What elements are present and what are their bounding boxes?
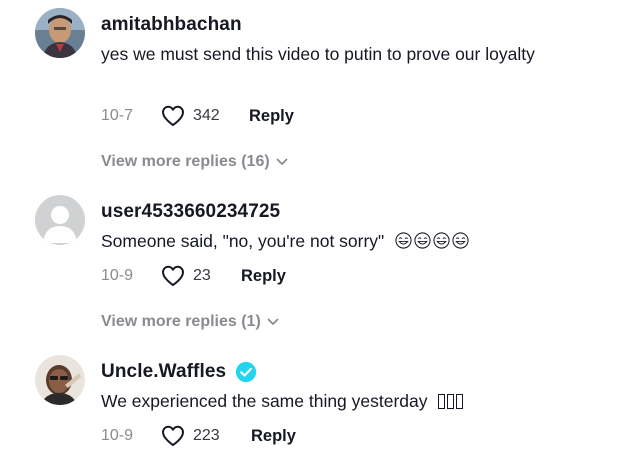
view-more-replies[interactable]: View more replies (16) — [101, 153, 288, 171]
username-text[interactable]: amitabhbachan — [101, 14, 242, 36]
view-more-label[interactable]: View more replies (16) — [101, 153, 270, 171]
comment-date: 10-7 — [101, 107, 134, 124]
heart-icon[interactable] — [161, 265, 185, 287]
comment-date: 10-9 — [101, 267, 134, 284]
comment-text: We experienced the same thing yesterday — [101, 388, 571, 415]
like-count: 223 — [193, 427, 220, 444]
comment-date: 10-9 — [101, 427, 134, 444]
comment-meta: 10-7 342 Reply — [101, 104, 294, 128]
sweat-smile-emoji — [414, 232, 431, 249]
view-more-label[interactable]: View more replies (1) — [101, 313, 261, 331]
username[interactable]: user4533660234725 — [101, 201, 280, 223]
heart-icon[interactable] — [161, 105, 185, 127]
avatar[interactable] — [35, 195, 85, 245]
reply-button[interactable]: Reply — [241, 267, 286, 286]
like-count: 23 — [193, 267, 211, 284]
sweat-smile-emoji — [433, 232, 450, 249]
comment-text: Someone said, "no, you're not sorry" — [101, 228, 571, 255]
comment-meta: 10-9 223 Reply — [101, 424, 296, 448]
chevron-down-icon[interactable] — [267, 318, 279, 326]
verified-badge-icon — [236, 361, 257, 383]
default-avatar-icon — [35, 195, 85, 245]
username[interactable]: amitabhbachan — [101, 14, 242, 36]
avatar[interactable] — [35, 8, 85, 58]
profile-photo — [35, 355, 85, 405]
comment-text-body: Someone said, "no, you're not sorry" — [101, 231, 385, 251]
like-button[interactable]: 342 — [161, 105, 249, 127]
comment-meta: 10-9 23 Reply — [101, 264, 286, 288]
sweat-smile-emoji — [395, 232, 412, 249]
like-count: 342 — [193, 107, 220, 124]
like-button[interactable]: 23 — [161, 265, 241, 287]
chevron-down-icon[interactable] — [276, 158, 288, 166]
reply-button[interactable]: Reply — [251, 427, 296, 446]
profile-photo — [35, 8, 85, 58]
view-more-replies[interactable]: View more replies (1) — [101, 313, 279, 331]
username-text[interactable]: Uncle.Waffles — [101, 361, 226, 383]
emoji-group — [393, 231, 469, 251]
comment-text: yes we must send this video to putin to … — [101, 44, 535, 64]
username-text[interactable]: user4533660234725 — [101, 201, 280, 223]
heart-icon[interactable] — [161, 425, 185, 447]
comment-text-body: We experienced the same thing yesterday — [101, 391, 428, 411]
avatar[interactable] — [35, 355, 85, 405]
unrendered-emoji-glyphs — [436, 391, 464, 411]
reply-button[interactable]: Reply — [249, 107, 294, 126]
like-button[interactable]: 223 — [161, 425, 251, 447]
username[interactable]: Uncle.Waffles — [101, 361, 257, 383]
sweat-smile-emoji — [452, 232, 469, 249]
